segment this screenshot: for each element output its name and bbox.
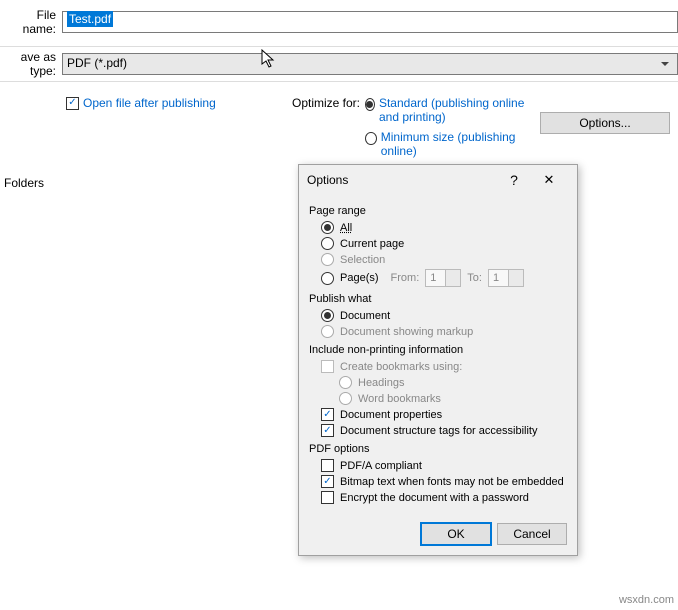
page-range-pages-label: Page(s) (340, 272, 379, 284)
options-button[interactable]: Options... (540, 112, 670, 134)
encrypt-label: Encrypt the document with a password (340, 492, 529, 504)
ok-button-label: OK (447, 527, 464, 541)
pdf-options-label: PDF options (309, 443, 567, 455)
page-range-from-label: From: (391, 272, 420, 284)
optimize-minimum-radio[interactable] (365, 132, 377, 145)
pdfa-checkbox[interactable] (321, 459, 334, 472)
bookmarks-word-label: Word bookmarks (358, 393, 441, 405)
page-range-all-label: All (340, 222, 352, 234)
filename-value: Test.pdf (67, 11, 113, 27)
cancel-button[interactable]: Cancel (497, 523, 567, 545)
page-range-from-value: 1 (430, 272, 436, 284)
open-after-publish-checkbox[interactable] (66, 97, 79, 110)
publish-document-label: Document (340, 310, 390, 322)
dialog-title: Options (307, 173, 348, 187)
doc-properties-label: Document properties (340, 409, 442, 421)
spinner-arrows-icon: ▲▼ (451, 271, 458, 285)
publish-markup-radio (321, 325, 334, 338)
page-range-label: Page range (309, 205, 567, 217)
page-range-current-label: Current page (340, 238, 404, 250)
hide-folders-label: Folders (4, 176, 44, 190)
publish-what-label: Publish what (309, 293, 567, 305)
publish-markup-label: Document showing markup (340, 326, 473, 338)
page-range-selection-label: Selection (340, 254, 385, 266)
publish-document-radio[interactable] (321, 309, 334, 322)
bookmarks-headings-label: Headings (358, 377, 404, 389)
open-after-publish-label: Open file after publishing (83, 96, 216, 110)
ok-button[interactable]: OK (421, 523, 491, 545)
page-range-to-value: 1 (493, 272, 499, 284)
bookmarks-label: Create bookmarks using: (340, 361, 462, 373)
doc-structure-checkbox[interactable] (321, 424, 334, 437)
bookmarks-checkbox (321, 360, 334, 373)
hide-folders-button[interactable]: Folders (0, 176, 44, 190)
save-as-type-dropdown[interactable]: PDF (*.pdf) (62, 53, 678, 75)
optimize-for-label: Optimize for: (292, 96, 360, 110)
save-as-type-value: PDF (*.pdf) (67, 56, 127, 70)
optimize-minimum-label: Minimum size (publishing online) (381, 130, 535, 158)
doc-structure-label: Document structure tags for accessibilit… (340, 425, 537, 437)
optimize-standard-radio[interactable] (365, 98, 375, 111)
bitmap-text-label: Bitmap text when fonts may not be embedd… (340, 476, 564, 488)
cancel-button-label: Cancel (513, 527, 550, 541)
options-dialog: Options ? ✕ Page range All Current page … (298, 164, 578, 556)
doc-properties-checkbox[interactable] (321, 408, 334, 421)
page-range-to-label: To: (467, 272, 482, 284)
nonprinting-label: Include non-printing information (309, 344, 567, 356)
watermark: wsxdn.com (619, 594, 674, 606)
page-range-all-radio[interactable] (321, 221, 334, 234)
dialog-help-button[interactable]: ? (499, 172, 529, 188)
optimize-standard-label: Standard (publishing online and printing… (379, 96, 535, 124)
page-range-to-input[interactable]: 1 ▲▼ (488, 269, 524, 287)
bookmarks-word-radio (339, 392, 352, 405)
page-range-current-radio[interactable] (321, 237, 334, 250)
dialog-close-button[interactable]: ✕ (529, 172, 569, 188)
page-range-selection-radio (321, 253, 334, 266)
filename-input[interactable]: Test.pdf (62, 11, 678, 33)
encrypt-checkbox[interactable] (321, 491, 334, 504)
page-range-from-input[interactable]: 1 ▲▼ (425, 269, 461, 287)
pdfa-label: PDF/A compliant (340, 460, 422, 472)
options-button-label: Options... (579, 116, 630, 130)
filename-label: File name: (0, 8, 62, 36)
spinner-arrows-icon: ▲▼ (514, 271, 521, 285)
save-as-type-label: ave as type: (0, 50, 62, 78)
bitmap-text-checkbox[interactable] (321, 475, 334, 488)
bookmarks-headings-radio (339, 376, 352, 389)
page-range-pages-radio[interactable] (321, 272, 334, 285)
